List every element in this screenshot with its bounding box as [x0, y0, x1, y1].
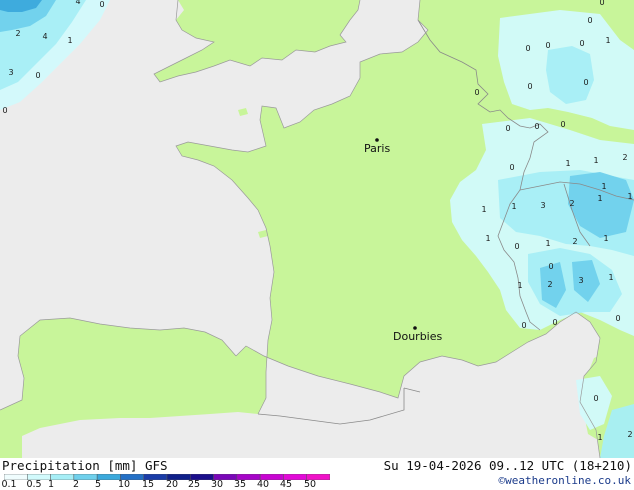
color-scale-label: 25 [187, 479, 201, 490]
precip-value-label: 0 [587, 16, 592, 25]
precip-value-label: 2 [15, 29, 20, 38]
precip-value-label: 0 [525, 44, 530, 53]
precip-value-label: 1 [517, 281, 522, 290]
color-scale-label: 0.1 [1, 479, 17, 490]
precip-value-label: 0 [527, 82, 532, 91]
precip-value-label: 0 [534, 122, 539, 131]
precipitation-map: Paris Dourbies 4 0 2 4 1 3 0 0 0 0 0 0 0 1 0 0 0 0 0 0 1 1 2 0 1… [0, 0, 634, 458]
precip-value-label: 0 [505, 124, 510, 133]
precip-value-label: 1 [597, 194, 602, 203]
precip-value-label: 2 [569, 199, 574, 208]
precip-value-label: 1 [627, 192, 632, 201]
precip-value-label: 1 [593, 156, 598, 165]
color-scale-label: 15 [141, 479, 155, 490]
precip-value-label: 3 [8, 68, 13, 77]
color-scale-label: 5 [94, 479, 102, 490]
valid-datetime: Su 19-04-2026 09..12 UTC (18+210) [383, 458, 632, 473]
precip-value-label: 3 [578, 276, 583, 285]
precip-value-label: 1 [601, 182, 606, 191]
precip-value-label: 1 [597, 433, 602, 442]
precip-value-label: 2 [572, 237, 577, 246]
precip-value-label: 0 [521, 321, 526, 330]
color-scale-label: 35 [233, 479, 247, 490]
precip-value-label: 0 [474, 88, 479, 97]
legend-footer: Precipitation [mm] GFS Su 19-04-2026 09.… [0, 458, 634, 490]
precip-value-label: 4 [42, 32, 47, 41]
color-scale-label: 20 [165, 479, 179, 490]
precip-value-label: 0 [2, 106, 7, 115]
color-scale-label: 0.5 [26, 479, 42, 490]
city-label-paris: Paris [364, 142, 390, 155]
precip-value-label: 1 [605, 36, 610, 45]
precip-value-label: 1 [603, 234, 608, 243]
precip-value-label: 0 [560, 120, 565, 129]
precip-value-label: 0 [99, 0, 104, 9]
precip-value-label: 0 [35, 71, 40, 80]
precip-value-label: 2 [622, 153, 627, 162]
precip-value-label: 1 [608, 273, 613, 282]
precip-value-label: 0 [593, 394, 598, 403]
color-scale-labels: 0.1 0.5 1 2 5 10 15 20 25 30 35 40 45 50 [0, 480, 330, 490]
color-scale-label: 45 [279, 479, 293, 490]
precip-value-label: 0 [548, 262, 553, 271]
color-scale-label: 50 [303, 479, 317, 490]
precip-value-label: 0 [545, 41, 550, 50]
precip-value-label: 4 [75, 0, 80, 6]
precip-value-label: 0 [509, 163, 514, 172]
precip-value-label: 0 [579, 39, 584, 48]
precip-value-label: 2 [547, 280, 552, 289]
precip-value-label: 1 [481, 205, 486, 214]
precip-value-label: 1 [511, 202, 516, 211]
precip-value-label: 3 [540, 201, 545, 210]
precip-value-label: 0 [514, 242, 519, 251]
precip-value-label: 0 [552, 318, 557, 327]
precip-value-label: 2 [627, 430, 632, 439]
precip-value-label: 1 [67, 36, 72, 45]
color-scale-label: 10 [117, 479, 131, 490]
precip-value-label: 0 [599, 0, 604, 7]
precip-value-label: 0 [583, 78, 588, 87]
credit-link[interactable]: ©weatheronline.co.uk [499, 474, 631, 487]
precip-value-label: 0 [615, 314, 620, 323]
color-scale-label: 1 [47, 479, 55, 490]
precip-value-label: 1 [545, 239, 550, 248]
color-scale-label: 40 [256, 479, 270, 490]
city-label-dourbies: Dourbies [393, 330, 443, 343]
color-scale-label: 2 [72, 479, 80, 490]
color-scale-label: 30 [210, 479, 224, 490]
precip-value-label: 1 [485, 234, 490, 243]
map-title: Precipitation [mm] GFS [2, 458, 168, 473]
precip-value-label: 1 [565, 159, 570, 168]
